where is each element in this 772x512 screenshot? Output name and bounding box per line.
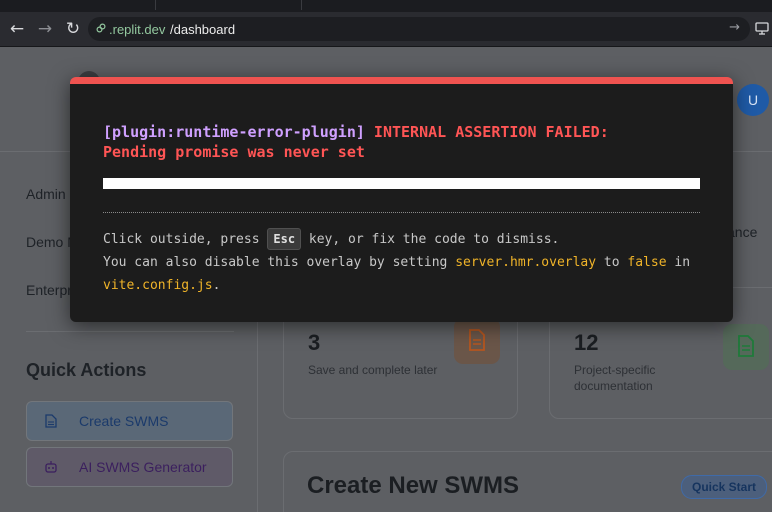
robot-icon: [45, 461, 57, 473]
stat-number: 3: [308, 330, 321, 355]
tip-text: .: [212, 278, 221, 293]
config-file: vite.config.js: [103, 278, 213, 293]
stat-description: Save and complete later: [308, 363, 438, 377]
tip-text: to: [596, 255, 628, 270]
ai-swms-generator-button[interactable]: AI SWMS Generator: [26, 447, 233, 487]
forward-arrow-icon[interactable]: →: [34, 18, 56, 40]
config-value: false: [627, 255, 667, 270]
back-arrow-icon[interactable]: ←: [6, 18, 28, 40]
error-frame-bar: [103, 178, 700, 189]
reload-icon[interactable]: ↻: [62, 18, 84, 40]
tip-text: Click outside, press: [103, 232, 268, 247]
address-bar[interactable]: .replit.dev /dashboard →: [88, 17, 750, 41]
create-swms-label: Create SWMS: [79, 413, 169, 429]
create-swms-title: Create New SWMS: [307, 472, 520, 499]
dismiss-tip: Click outside, press Esc key, or fix the…: [103, 212, 700, 297]
monitor-icon[interactable]: [755, 21, 769, 35]
error-plugin-name: [plugin:runtime-error-plugin]: [103, 123, 365, 141]
quick-actions-title: Quick Actions: [26, 360, 147, 380]
error-detail: Pending promise was never set: [103, 143, 365, 161]
avatar[interactable]: U: [737, 84, 769, 116]
browser-tab[interactable]: [156, 0, 302, 10]
quick-start-badge[interactable]: Quick Start: [681, 475, 768, 499]
stat-description-line1: Project-specific: [574, 363, 656, 377]
document-icon: [454, 318, 500, 364]
create-swms-button[interactable]: Create SWMS: [26, 401, 233, 441]
error-overlay[interactable]: [plugin:runtime-error-plugin] INTERNAL A…: [70, 77, 733, 322]
url-host: .replit.dev: [109, 22, 166, 37]
sidebar-divider: [26, 331, 234, 332]
error-message: [plugin:runtime-error-plugin] INTERNAL A…: [103, 122, 703, 162]
config-setting: server.hmr.overlay: [455, 255, 597, 270]
sidebar-item-admin[interactable]: Admin: [26, 186, 66, 202]
stat-description-line2: documentation: [574, 379, 653, 393]
site-security-icon[interactable]: [96, 23, 106, 33]
tab-strip: [0, 0, 772, 12]
tip-text: in: [666, 255, 691, 270]
sidebar-item-enterprise[interactable]: Enterpr: [26, 282, 72, 298]
esc-key-badge: Esc: [267, 228, 302, 250]
url-path: /dashboard: [170, 22, 236, 37]
tip-text: key, or fix the code to dismiss.: [301, 232, 560, 247]
file-text-icon: [723, 324, 769, 370]
tip-text: You can also disable this overlay by set…: [103, 255, 456, 270]
document-icon: [45, 414, 57, 428]
browser-tab[interactable]: [0, 0, 156, 10]
ai-swms-generator-label: AI SWMS Generator: [79, 459, 207, 475]
browser-toolbar: ← → ↻ .replit.dev /dashboard →: [0, 12, 772, 47]
go-arrow-icon[interactable]: →: [729, 20, 740, 35]
error-title: INTERNAL ASSERTION FAILED:: [364, 123, 609, 141]
stat-number: 12: [574, 330, 599, 355]
